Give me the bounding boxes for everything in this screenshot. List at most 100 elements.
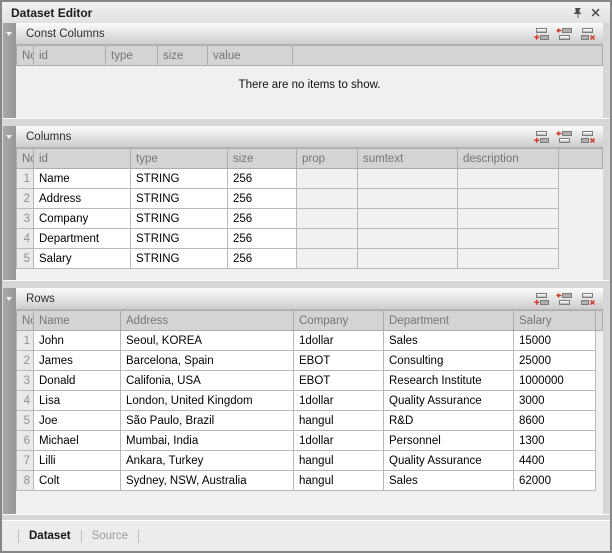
column-header[interactable]: Address	[121, 311, 294, 331]
column-header[interactable]: size	[228, 149, 297, 169]
tab-source[interactable]: Source	[92, 530, 128, 542]
grid-cell[interactable]: 8600	[514, 411, 596, 431]
row-number[interactable]: 4	[17, 229, 34, 249]
grid-cell[interactable]: John	[34, 331, 121, 351]
delete-row-button[interactable]	[577, 290, 598, 308]
add-row-button[interactable]	[531, 290, 552, 308]
row-number[interactable]: 4	[17, 391, 34, 411]
column-header[interactable]: prop	[297, 149, 358, 169]
row-number[interactable]: 2	[17, 351, 34, 371]
grid-cell[interactable]: STRING	[131, 209, 228, 229]
grid-cell[interactable]: Name	[34, 169, 131, 189]
grid-cell[interactable]	[297, 229, 358, 249]
grid-cell[interactable]	[297, 189, 358, 209]
grid-cell[interactable]: Consulting	[384, 351, 514, 371]
column-header[interactable]: id	[34, 149, 131, 169]
grid-cell[interactable]: Department	[34, 229, 131, 249]
column-header[interactable]: No	[17, 46, 34, 66]
grid-cell[interactable]	[297, 169, 358, 189]
grid-cell[interactable]	[297, 249, 358, 269]
delete-row-button[interactable]	[577, 25, 598, 43]
grid-cell[interactable]: London, United Kingdom	[121, 391, 294, 411]
grid-cell[interactable]: STRING	[131, 189, 228, 209]
row-number[interactable]: 3	[17, 371, 34, 391]
grid-cell[interactable]: 256	[228, 189, 297, 209]
grid-cell[interactable]: Seoul, KOREA	[121, 331, 294, 351]
grid-cell[interactable]	[358, 189, 458, 209]
grid-cell[interactable]: Barcelona, Spain	[121, 351, 294, 371]
add-row-button[interactable]	[531, 128, 552, 146]
grid-cell[interactable]: 1000000	[514, 371, 596, 391]
grid-cell[interactable]	[358, 209, 458, 229]
grid-cell[interactable]: Joe	[34, 411, 121, 431]
grid-cell[interactable]: EBOT	[294, 371, 384, 391]
collapse-strip[interactable]	[3, 126, 16, 280]
grid-cell[interactable]: 1dollar	[294, 331, 384, 351]
column-header[interactable]: Company	[294, 311, 384, 331]
column-header[interactable]: size	[158, 46, 208, 66]
column-header[interactable]: Salary	[514, 311, 596, 331]
column-header[interactable]: id	[34, 46, 106, 66]
grid-cell[interactable]: Sales	[384, 331, 514, 351]
grid-cell[interactable]	[358, 229, 458, 249]
row-number[interactable]: 5	[17, 249, 34, 269]
grid-cell[interactable]: Quality Assurance	[384, 451, 514, 471]
column-header[interactable]: No	[17, 149, 34, 169]
row-number[interactable]: 2	[17, 189, 34, 209]
row-number[interactable]: 1	[17, 169, 34, 189]
grid-cell[interactable]: hangul	[294, 471, 384, 491]
column-header[interactable]: type	[131, 149, 228, 169]
row-number[interactable]: 6	[17, 431, 34, 451]
grid-cell[interactable]	[297, 209, 358, 229]
add-row-button[interactable]	[531, 25, 552, 43]
grid-cell[interactable]: James	[34, 351, 121, 371]
grid-cell[interactable]: Califonia, USA	[121, 371, 294, 391]
grid-cell[interactable]: STRING	[131, 229, 228, 249]
grid-cell[interactable]: 256	[228, 169, 297, 189]
grid-cell[interactable]: Mumbai, India	[121, 431, 294, 451]
grid-cell[interactable]: Sales	[384, 471, 514, 491]
grid-cell[interactable]: STRING	[131, 169, 228, 189]
grid-cell[interactable]: Sydney, NSW, Australia	[121, 471, 294, 491]
column-header[interactable]: Department	[384, 311, 514, 331]
tab-dataset[interactable]: Dataset	[29, 530, 71, 542]
grid-cell[interactable]: Research Institute	[384, 371, 514, 391]
grid-cell[interactable]: 4400	[514, 451, 596, 471]
grid-cell[interactable]: Colt	[34, 471, 121, 491]
insert-row-button[interactable]	[554, 290, 575, 308]
grid-cell[interactable]: Salary	[34, 249, 131, 269]
row-number[interactable]: 5	[17, 411, 34, 431]
column-header[interactable]: No	[17, 311, 34, 331]
grid-cell[interactable]: 1300	[514, 431, 596, 451]
grid-cell[interactable]: 25000	[514, 351, 596, 371]
row-number[interactable]: 8	[17, 471, 34, 491]
grid-cell[interactable]	[458, 189, 559, 209]
grid-cell[interactable]: Lilli	[34, 451, 121, 471]
column-header[interactable]: sumtext	[358, 149, 458, 169]
collapse-strip[interactable]	[3, 288, 16, 514]
close-button[interactable]	[586, 5, 604, 21]
grid-cell[interactable]: hangul	[294, 411, 384, 431]
grid-cell[interactable]: Quality Assurance	[384, 391, 514, 411]
column-header[interactable]: Name	[34, 311, 121, 331]
grid-cell[interactable]: STRING	[131, 249, 228, 269]
row-number[interactable]: 3	[17, 209, 34, 229]
grid-cell[interactable]	[458, 249, 559, 269]
insert-row-button[interactable]	[554, 128, 575, 146]
row-number[interactable]: 1	[17, 331, 34, 351]
grid-cell[interactable]	[358, 249, 458, 269]
grid-cell[interactable]: São Paulo, Brazil	[121, 411, 294, 431]
grid-cell[interactable]: Donald	[34, 371, 121, 391]
grid-cell[interactable]: Company	[34, 209, 131, 229]
insert-row-button[interactable]	[554, 25, 575, 43]
grid-cell[interactable]: hangul	[294, 451, 384, 471]
grid-cell[interactable]: 256	[228, 229, 297, 249]
grid-cell[interactable]: Personnel	[384, 431, 514, 451]
grid-cell[interactable]: Lisa	[34, 391, 121, 411]
column-header[interactable]: description	[458, 149, 559, 169]
grid-cell[interactable]: Michael	[34, 431, 121, 451]
collapse-strip[interactable]	[3, 23, 16, 118]
grid-cell[interactable]: 1dollar	[294, 431, 384, 451]
row-number[interactable]: 7	[17, 451, 34, 471]
grid-cell[interactable]: 62000	[514, 471, 596, 491]
